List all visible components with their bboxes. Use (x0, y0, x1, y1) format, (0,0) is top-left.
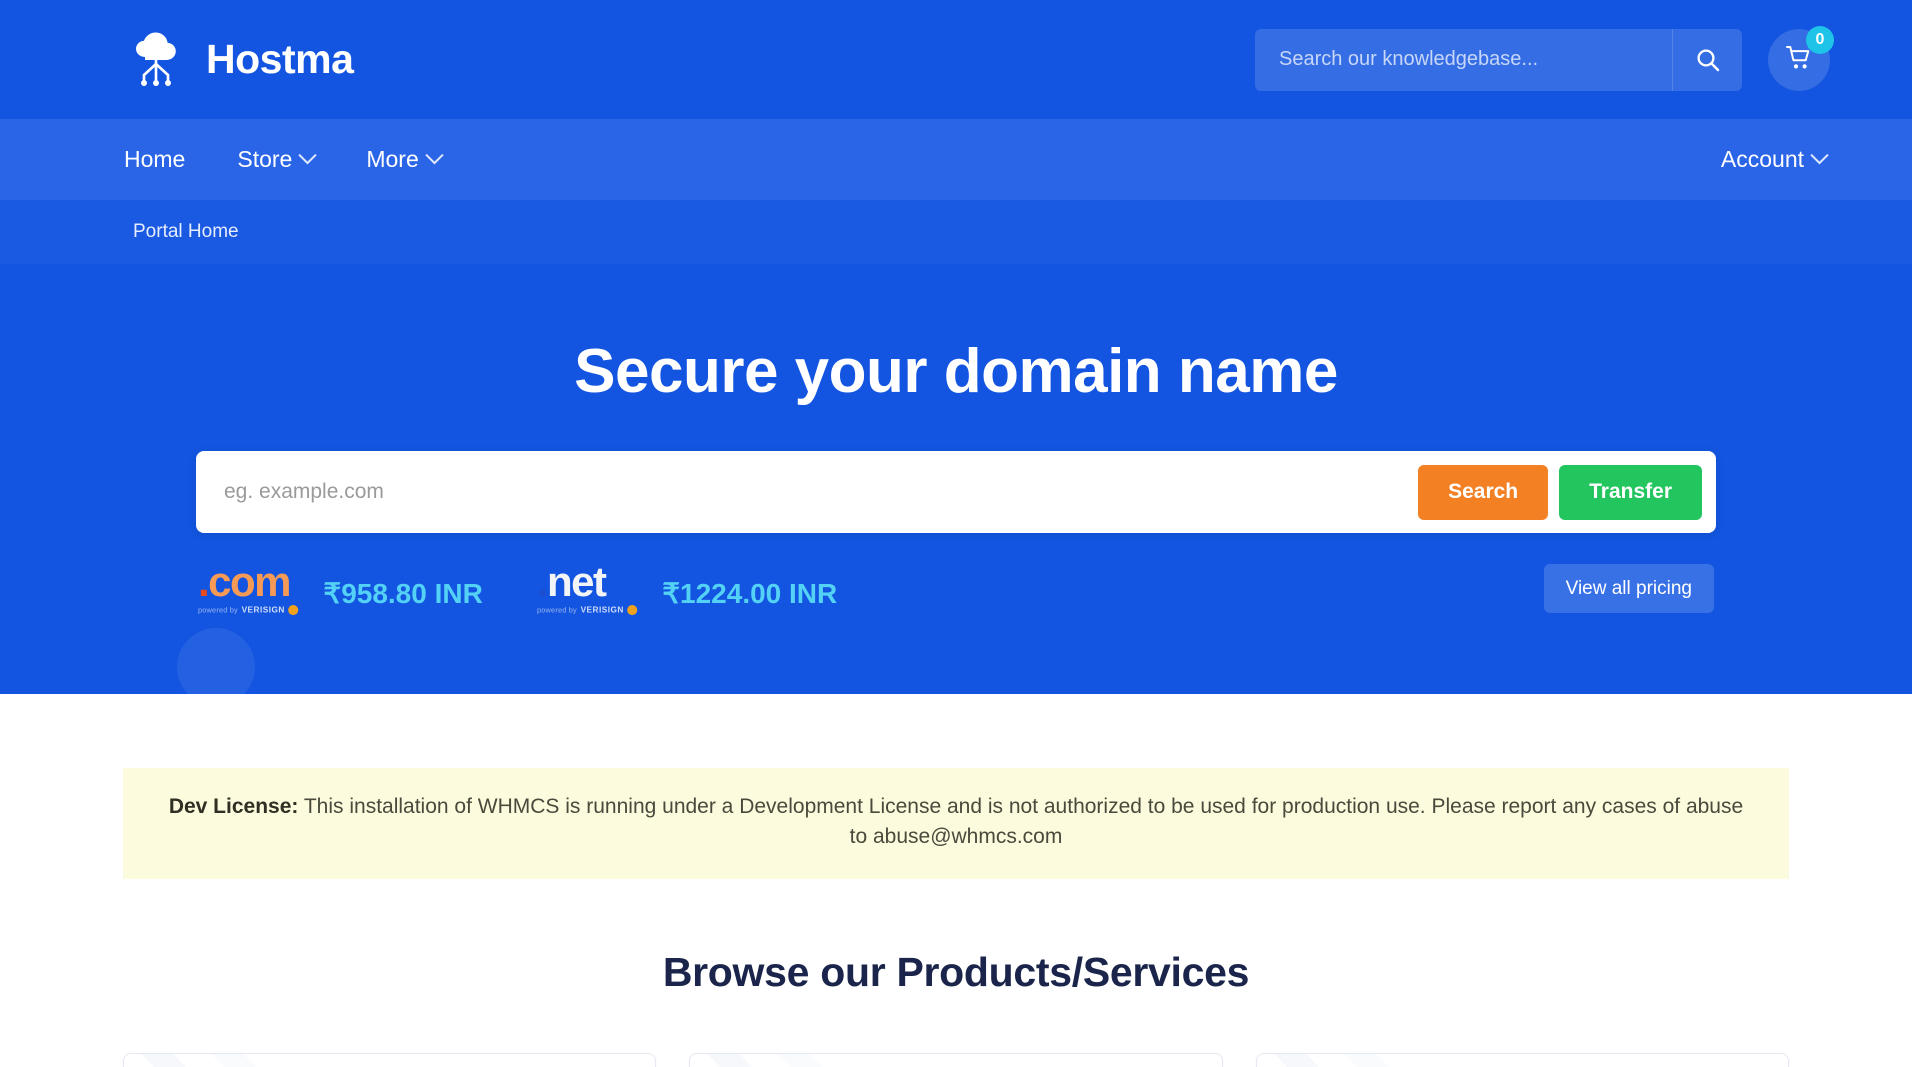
page-title: Secure your domain name (574, 337, 1338, 406)
chevron-down-icon (425, 146, 444, 165)
chevron-down-icon (298, 146, 318, 165)
nav-item-label: Account (1720, 146, 1804, 172)
view-all-pricing-button[interactable]: View all pricing (1543, 564, 1714, 614)
nav-item-label: Home (124, 146, 186, 172)
tld-dot: . (198, 558, 210, 606)
cart-count-badge: 0 (1806, 25, 1834, 54)
header-actions: 0 (1255, 25, 1834, 91)
product-card[interactable]: Google Suite (123, 1052, 657, 1067)
tld-name: net (547, 558, 607, 606)
tld-name: com (208, 558, 291, 606)
nav-item-label: Store (237, 146, 293, 172)
product-card[interactable]: Linux Hosting US (1255, 1052, 1789, 1067)
tld-logo-com: .com powered by VERISIGN (198, 561, 307, 616)
primary-navigation: Home Store More Account (0, 119, 1912, 200)
nav-item-more[interactable]: More (362, 140, 444, 179)
product-card-title: Linux Dedicated Servers US (690, 1054, 1221, 1067)
chevron-down-icon (1810, 146, 1829, 165)
knowledgebase-search (1255, 28, 1742, 91)
verisign-brand: VERISIGN (241, 605, 285, 615)
products-section-title: Browse our Products/Services (662, 948, 1250, 995)
dev-license-text: This installation of WHMCS is running un… (298, 795, 1744, 849)
main-content: Dev License: This installation of WHMCS … (0, 768, 1912, 1067)
decorative-circle (177, 628, 255, 694)
domain-transfer-button[interactable]: Transfer (1559, 464, 1702, 520)
dev-license-banner: Dev License: This installation of WHMCS … (123, 768, 1789, 879)
cloud-hosting-icon (127, 31, 189, 89)
product-card[interactable]: Linux Dedicated Servers US (689, 1052, 1223, 1067)
tld-pricing-com: .com powered by VERISIGN ₹958.80 INR (198, 561, 483, 616)
tld-pricing-row: .com powered by VERISIGN ₹958.80 INR .ne… (196, 561, 1716, 616)
domain-hero-section: Secure your domain name Search Transfer … (0, 264, 1912, 694)
nav-links: Home Store More (120, 140, 445, 179)
product-card-title: Linux Hosting US (1257, 1054, 1788, 1067)
brand-name: Hostma (206, 36, 354, 82)
verisign-attribution: powered by VERISIGN (198, 605, 299, 616)
nav-item-home[interactable]: Home (120, 140, 189, 179)
domain-search-button[interactable]: Search (1418, 464, 1549, 520)
nav-item-account[interactable]: Account (1717, 140, 1830, 179)
search-input[interactable] (1255, 28, 1672, 91)
nav-item-label: More (366, 146, 419, 172)
shopping-cart-button[interactable]: 0 (1768, 25, 1834, 91)
verisign-attribution: powered by VERISIGN (536, 605, 638, 616)
dev-license-label: Dev License: (168, 795, 299, 818)
search-icon (1695, 47, 1721, 73)
nav-account-area: Account (1717, 140, 1830, 179)
verisign-icon (288, 605, 299, 616)
powered-by-text: powered by (536, 605, 577, 614)
breadcrumb: Portal Home (0, 200, 1912, 264)
tld-price-net: ₹1224.00 INR (662, 578, 838, 610)
search-button[interactable] (1672, 28, 1742, 91)
site-header: Hostma 0 (0, 0, 1912, 119)
tld-price-com: ₹958.80 INR (323, 578, 483, 610)
tld-dot: . (536, 558, 549, 606)
verisign-icon (627, 605, 638, 616)
product-card-title: Google Suite (124, 1054, 655, 1067)
domain-search-box: Search Transfer (196, 451, 1716, 534)
domain-search-input[interactable] (196, 480, 1419, 505)
powered-by-text: powered by (198, 605, 238, 614)
nav-item-store[interactable]: Store (233, 140, 318, 179)
products-grid: Google Suite Linux Dedicated Servers US (123, 1052, 1789, 1067)
tld-logo-net: .net powered by VERISIGN (537, 561, 646, 616)
tld-pricing-net: .net powered by VERISIGN ₹1224.00 INR (537, 561, 837, 616)
brand-logo-link[interactable]: Hostma (127, 31, 354, 89)
verisign-brand: VERISIGN (580, 605, 624, 615)
breadcrumb-item-portal-home[interactable]: Portal Home (133, 221, 239, 243)
